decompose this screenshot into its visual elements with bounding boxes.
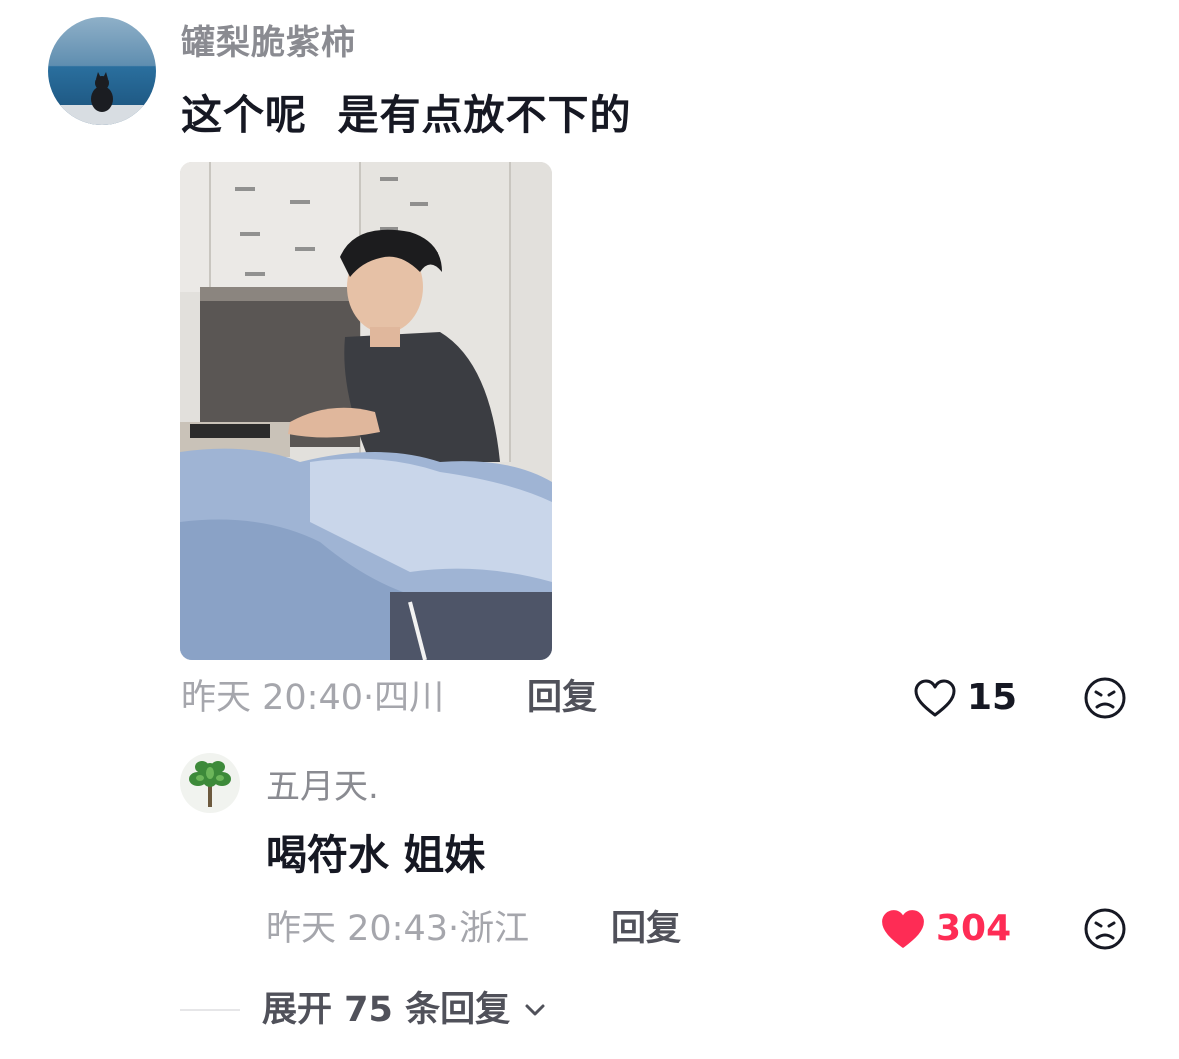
- reply-button[interactable]: 回复: [527, 673, 597, 723]
- reply-like-button[interactable]: 304: [880, 904, 1011, 954]
- like-button[interactable]: 15: [913, 673, 1017, 723]
- reply-time-location: 昨天 20:43·浙江: [266, 909, 530, 949]
- dislike-button[interactable]: [1083, 676, 1127, 720]
- expand-replies-label[interactable]: 展开 75 条回复: [262, 985, 510, 1035]
- reply-reply-button[interactable]: 回复: [611, 904, 681, 954]
- cat-on-seawall-avatar-icon: [48, 17, 156, 125]
- reply-username[interactable]: 五月天.: [266, 766, 379, 808]
- reply-avatar[interactable]: [180, 753, 240, 813]
- like-count: 15: [967, 677, 1018, 718]
- comment-time-location: 昨天 20:40·四川: [181, 678, 445, 718]
- reply-dislike-button[interactable]: [1083, 907, 1127, 951]
- divider-line: [180, 1009, 240, 1011]
- expand-replies[interactable]: 展开 75 条回复: [180, 985, 548, 1035]
- dislike-face-icon: [1084, 677, 1126, 719]
- heart-outline-icon: [914, 679, 956, 717]
- dislike-face-icon: [1084, 908, 1126, 950]
- chevron-down-icon[interactable]: [522, 997, 548, 1023]
- avatar[interactable]: [48, 17, 156, 125]
- reply-like-count: 304: [936, 908, 1012, 949]
- reply-text: 喝符水 姐妹: [266, 831, 486, 879]
- comment-text: 这个呢 是有点放不下的: [181, 91, 632, 139]
- photo-man-at-desk-icon: [180, 162, 552, 660]
- plant-avatar-icon: [180, 753, 240, 813]
- comment-photo[interactable]: [180, 162, 552, 660]
- heart-filled-icon: [882, 910, 924, 948]
- username[interactable]: 罐梨脆紫柿: [181, 22, 356, 64]
